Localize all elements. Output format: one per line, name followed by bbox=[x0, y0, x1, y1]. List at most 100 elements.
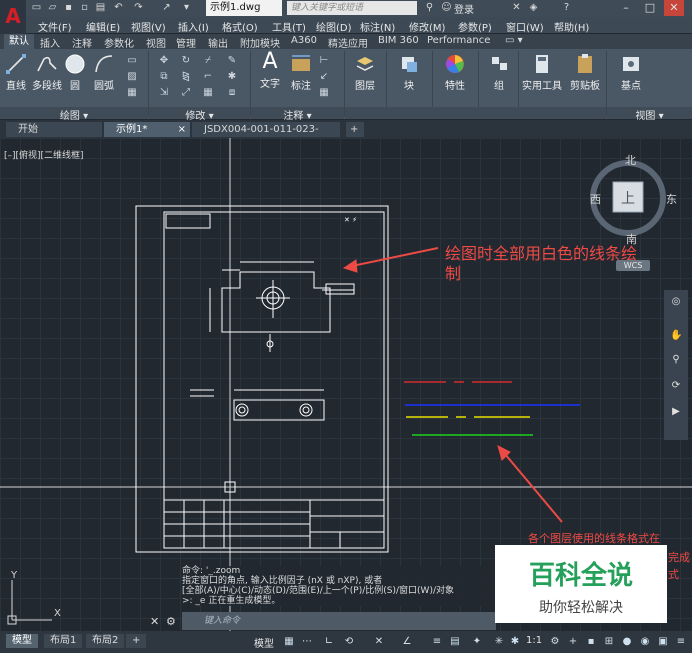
dropdown-icon[interactable]: ▾ bbox=[180, 1, 193, 14]
rotate-icon[interactable]: ↻ bbox=[180, 55, 192, 67]
tab-options-icon[interactable]: ▭ ▾ bbox=[505, 35, 523, 46]
clipboard-tool[interactable]: 剪贴板 bbox=[568, 53, 602, 92]
file-tab-example1[interactable]: 示例1* × bbox=[104, 122, 190, 137]
command-settings-icon[interactable]: ⚙ bbox=[166, 615, 176, 628]
scale-icon[interactable]: ⤢ bbox=[180, 87, 192, 99]
circle-tool[interactable]: 圆 bbox=[64, 53, 86, 92]
mirror-icon[interactable]: ⧎ bbox=[180, 71, 192, 83]
units-icon[interactable]: ▪ bbox=[584, 635, 598, 649]
orbit-icon[interactable]: ⟳ bbox=[670, 380, 682, 392]
binoculars-icon[interactable]: ⚲ bbox=[423, 1, 436, 14]
polyline-tool[interactable]: 多段线 bbox=[32, 53, 62, 92]
viewcube-top[interactable]: 上 bbox=[621, 188, 635, 208]
polar-icon[interactable]: ⟲ bbox=[342, 635, 356, 649]
offset-icon[interactable]: ⧈ bbox=[226, 87, 238, 99]
viewcube-north[interactable]: 北 bbox=[625, 152, 636, 168]
group-tool[interactable]: 组 bbox=[484, 53, 514, 92]
save-icon[interactable]: ▪ bbox=[62, 1, 75, 14]
tab-parametric[interactable]: 参数化 bbox=[104, 35, 134, 50]
print-icon[interactable]: ▤ bbox=[94, 1, 107, 14]
tab-insert[interactable]: 插入 bbox=[40, 35, 60, 50]
menu-help[interactable]: 帮助(H) bbox=[554, 19, 589, 34]
menu-window[interactable]: 窗口(W) bbox=[506, 19, 544, 34]
tab-default[interactable]: 默认 bbox=[4, 34, 34, 49]
group-draw[interactable]: 绘图 ▾ bbox=[0, 107, 148, 122]
group-view[interactable]: 视图 ▾ bbox=[607, 107, 692, 122]
block-tool[interactable]: 块 bbox=[394, 53, 424, 92]
lineweight-icon[interactable]: ≡ bbox=[430, 635, 444, 649]
showmotion-icon[interactable]: ▶ bbox=[670, 406, 682, 418]
annotation-scale[interactable]: 1:1 bbox=[526, 635, 542, 646]
properties-tool[interactable]: 特性 bbox=[440, 53, 470, 92]
tab-manage[interactable]: 管理 bbox=[176, 35, 196, 50]
save-as-icon[interactable]: ▫ bbox=[78, 1, 91, 14]
explode-icon[interactable]: ✱ bbox=[226, 71, 238, 83]
annotation-visibility-icon[interactable]: ✳ bbox=[492, 635, 506, 649]
exchange-icon[interactable]: ✕ bbox=[510, 1, 523, 14]
move-icon[interactable]: ✥ bbox=[158, 55, 170, 67]
menu-dimension[interactable]: 标注(N) bbox=[360, 19, 395, 34]
tab-performance[interactable]: Performance bbox=[427, 35, 490, 46]
zoom-extents-icon[interactable]: ⚲ bbox=[670, 354, 682, 366]
menu-edit[interactable]: 编辑(E) bbox=[86, 19, 120, 34]
customize-icon[interactable]: ≡ bbox=[674, 635, 688, 649]
line-tool[interactable]: 直线 bbox=[4, 53, 28, 92]
autoscale-icon[interactable]: ✱ bbox=[508, 635, 522, 649]
group-modify[interactable]: 修改 ▾ bbox=[149, 107, 250, 122]
add-layout-button[interactable]: + bbox=[126, 634, 147, 648]
erase-icon[interactable]: ✎ bbox=[226, 55, 238, 67]
close-tab-icon[interactable]: × bbox=[178, 122, 186, 137]
command-input[interactable]: 键入命令 bbox=[182, 612, 496, 630]
rectangle-icon[interactable]: ▭ bbox=[126, 55, 138, 67]
array-icon[interactable]: ▦ bbox=[202, 87, 214, 99]
basepoint-tool[interactable]: 基点 bbox=[614, 53, 648, 92]
open-icon[interactable]: ▱ bbox=[46, 1, 59, 14]
leader-icon[interactable]: ↙ bbox=[318, 71, 330, 83]
tab-featured-apps[interactable]: 精选应用 bbox=[328, 35, 368, 50]
menu-view[interactable]: 视图(V) bbox=[131, 19, 166, 34]
tab-addins[interactable]: 附加模块 bbox=[240, 35, 280, 50]
redo-icon[interactable]: ↷ bbox=[132, 1, 145, 14]
group-annotate[interactable]: 注释 ▾ bbox=[251, 107, 344, 122]
dimension-tool[interactable]: 标注 bbox=[288, 53, 314, 92]
workspace-icon[interactable]: ⚙ bbox=[548, 635, 562, 649]
new-tab-button[interactable]: + bbox=[346, 122, 364, 137]
tab-output[interactable]: 输出 bbox=[208, 35, 228, 50]
login-button[interactable]: 登录 bbox=[454, 1, 474, 16]
transparency-icon[interactable]: ▤ bbox=[448, 635, 462, 649]
file-tab-start[interactable]: 开始 bbox=[6, 122, 102, 137]
annotation-monitor-icon[interactable]: + bbox=[566, 635, 580, 649]
layout-tab-model[interactable]: 模型 bbox=[6, 634, 38, 648]
text-tool[interactable]: A 文字 bbox=[256, 51, 284, 91]
gradient-icon[interactable]: ▦ bbox=[126, 87, 138, 99]
tab-a360[interactable]: A360 bbox=[291, 35, 317, 46]
quick-properties-icon[interactable]: ⊞ bbox=[602, 635, 616, 649]
linear-dim-icon[interactable]: ⊢ bbox=[318, 55, 330, 67]
close-icon[interactable]: ✕ bbox=[664, 0, 684, 16]
minimize-icon[interactable]: – bbox=[616, 0, 636, 16]
command-close-icon[interactable]: ✕ bbox=[150, 615, 159, 628]
snap-icon[interactable]: ⋯ bbox=[300, 635, 314, 649]
app-logo-icon[interactable]: A bbox=[0, 0, 26, 36]
new-icon[interactable]: ▭ bbox=[30, 1, 43, 14]
model-space-button[interactable]: 模型 bbox=[254, 635, 274, 650]
hatch-icon[interactable]: ▨ bbox=[126, 71, 138, 83]
menu-insert[interactable]: 插入(I) bbox=[178, 19, 209, 34]
stretch-icon[interactable]: ⇲ bbox=[158, 87, 170, 99]
user-icon[interactable]: ☺ bbox=[440, 1, 453, 14]
undo-icon[interactable]: ↶ bbox=[112, 1, 125, 14]
viewcube-west[interactable]: 西 bbox=[590, 191, 601, 207]
copy-icon[interactable]: ⧉ bbox=[158, 71, 170, 83]
tab-bim360[interactable]: BIM 360 bbox=[378, 35, 419, 46]
menu-format[interactable]: 格式(O) bbox=[222, 19, 258, 34]
isolate-objects-icon[interactable]: ◉ bbox=[638, 635, 652, 649]
pan-icon[interactable]: ✋ bbox=[670, 330, 682, 342]
menu-modify[interactable]: 修改(M) bbox=[409, 19, 445, 34]
otrack-icon[interactable]: ∠ bbox=[400, 635, 414, 649]
menu-parametric[interactable]: 参数(P) bbox=[458, 19, 492, 34]
tab-view[interactable]: 视图 bbox=[146, 35, 166, 50]
tab-annotate[interactable]: 注释 bbox=[72, 35, 92, 50]
osnap-icon[interactable]: ✕ bbox=[372, 635, 386, 649]
search-input[interactable]: 键入关键字或短语 bbox=[287, 1, 417, 15]
help-icon[interactable]: ? bbox=[560, 1, 573, 14]
